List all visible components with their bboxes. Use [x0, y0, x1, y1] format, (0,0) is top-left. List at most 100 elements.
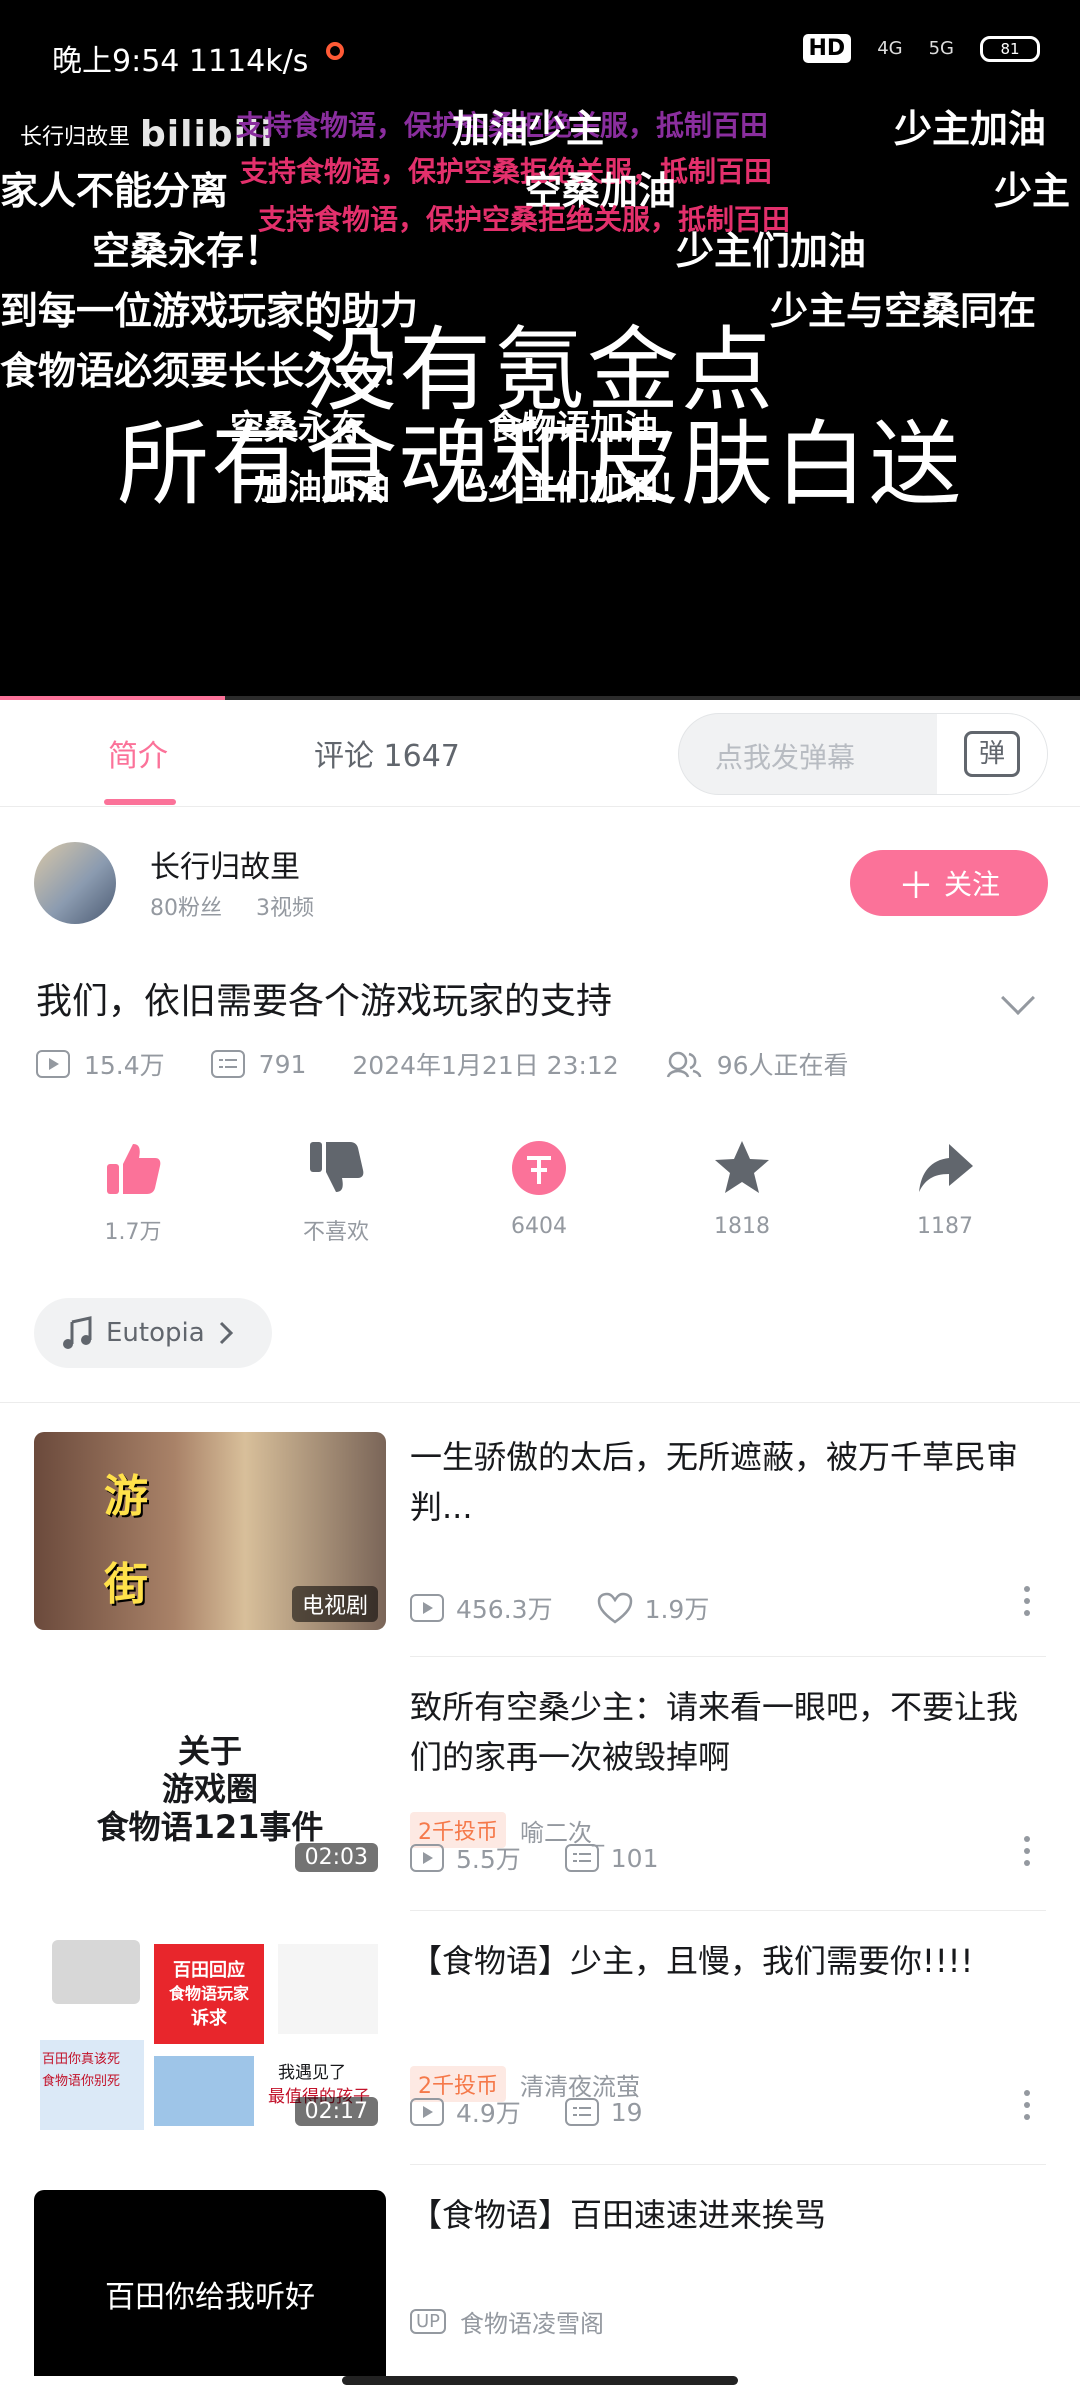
- danmaku-item: 少主加油: [894, 106, 1047, 151]
- related-video-title: 【食物语】百田速速进来挨骂: [410, 2196, 827, 2234]
- more-options-icon[interactable]: [1024, 1586, 1032, 1620]
- danmaku-settings-button[interactable]: 弹: [937, 714, 1047, 794]
- related-video-card[interactable]: 关于 游戏圈 食物语121事件 02:03 致所有空桑少主：请来看一眼吧，不要让…: [34, 1682, 1046, 1880]
- recording-indicator-icon: [326, 42, 344, 60]
- thumbnail-caption: 游戏圈: [161, 1770, 258, 1808]
- tab-intro[interactable]: 简介: [108, 731, 168, 775]
- music-name: Eutopia: [106, 1318, 205, 1348]
- related-video-stats: 4.9万 19: [410, 2094, 643, 2130]
- follow-label: 关注: [944, 868, 1001, 901]
- coin-count: 6404: [511, 1214, 567, 1239]
- expand-chevron-icon[interactable]: [1001, 981, 1035, 1015]
- danmaku-item: 空桑永存: [230, 408, 366, 448]
- dislike-label: 不喜欢: [302, 1220, 369, 1245]
- related-video-card[interactable]: 游 街 电视剧 一生骄傲的太后，无所遮蔽，被万千草民审判... 456.3万 1…: [34, 1432, 1046, 1630]
- battery-icon: 81: [980, 35, 1040, 62]
- star-icon: [715, 1141, 769, 1193]
- signal-4g-icon: 4G: [877, 38, 903, 59]
- like-button[interactable]: 1.7万: [58, 1136, 208, 1246]
- list-separator: [410, 1910, 1046, 1911]
- category-badge: 电视剧: [291, 1586, 378, 1622]
- related-video-stats: 5.5万 101: [410, 1840, 658, 1876]
- thumbnail-caption: 百田回应: [173, 1960, 245, 1981]
- follow-button[interactable]: ＋ 关注: [850, 850, 1048, 916]
- view-count: 5.5万: [456, 1845, 521, 1874]
- related-video-title: 一生骄傲的太后，无所遮蔽，被万千草民审判...: [410, 1438, 1019, 1526]
- related-video-card[interactable]: 百田回应 食物语玩家 诉求 百田你真该死 食物语你别死 我遇见了 最值得的孩子 …: [34, 1936, 1046, 2134]
- duration-badge: 02:17: [294, 2097, 378, 2126]
- video-progress-bar[interactable]: [0, 696, 1080, 700]
- related-video-stats: 456.3万 1.9万: [410, 1590, 709, 1626]
- home-indicator[interactable]: [342, 2376, 738, 2385]
- thumbnail-caption: 诉求: [191, 2008, 227, 2029]
- danmaku-count-icon: [210, 1050, 245, 1078]
- video-thumbnail: 关于 游戏圈 食物语121事件 02:03: [34, 1682, 386, 1880]
- uploader-name[interactable]: 长行归故里: [150, 842, 300, 886]
- danmaku-item: 少主们加油: [676, 228, 867, 273]
- thumbnail-caption: 关于: [177, 1732, 242, 1770]
- thumbnail-caption: 游: [104, 1471, 148, 1522]
- video-player[interactable]: 晚上9:54 1114k/s HD 4G 5G 81 长行归故里 bilibil…: [0, 0, 1080, 700]
- danmaku-icon: 弹: [964, 731, 1020, 777]
- section-divider: [0, 1402, 1080, 1403]
- status-time: 晚上9:54 1114k/s: [52, 44, 309, 79]
- danmaku-count: 101: [610, 1843, 659, 1873]
- thumbnail-caption: 街: [104, 1559, 148, 1610]
- chevron-right-icon: [219, 1321, 233, 1345]
- uploader-avatar[interactable]: [34, 842, 116, 924]
- up-badge-icon: UP: [410, 2309, 447, 2334]
- danmaku-input[interactable]: 点我发弹幕 弹: [678, 713, 1048, 795]
- danmaku-item: 空桑永存！: [92, 228, 283, 273]
- coin-button[interactable]: 6404: [464, 1136, 614, 1239]
- uploader-meta: 80粉丝 3视频: [150, 890, 314, 922]
- view-count: 15.4万: [84, 1051, 165, 1080]
- danmaku-item: 少主们加油！: [488, 468, 692, 508]
- view-count: 4.9万: [456, 2099, 521, 2128]
- thumbnail-caption: 百田你给我听好: [105, 2280, 315, 2315]
- thumbnail-caption: 我遇见了: [278, 2063, 346, 2083]
- play-count-icon: [410, 2098, 444, 2126]
- danmaku-item: 加油加油: [254, 468, 390, 508]
- view-count: 456.3万: [456, 1595, 553, 1624]
- thumbnail-caption: 食物语玩家: [168, 1984, 249, 2003]
- video-stats: 15.4万 791 2024年1月21日 23:12 96人正在看: [36, 1046, 849, 1082]
- coin-icon: [512, 1141, 566, 1195]
- danmaku-item: 支持食物语，保护空桑拒绝关服，抵制百田: [240, 155, 773, 188]
- share-count: 1187: [917, 1214, 973, 1239]
- tab-comments[interactable]: 评论 1647: [314, 731, 460, 775]
- video-thumbnail: 百田回应 食物语玩家 诉求 百田你真该死 食物语你别死 我遇见了 最值得的孩子 …: [34, 1936, 386, 2134]
- share-icon: [919, 1144, 973, 1192]
- active-tab-indicator: [104, 799, 176, 805]
- danmaku-count: 19: [610, 2097, 643, 2127]
- danmaku-item: 加油少主: [452, 106, 605, 151]
- signal-5g-icon: 5G: [928, 38, 954, 59]
- thumbnail-caption: 百田你真该死: [42, 2052, 121, 2067]
- danmaku-item: 食物语加油: [488, 408, 658, 448]
- more-options-icon[interactable]: [1024, 2090, 1032, 2124]
- related-video-author: 食物语凌雪阁: [460, 2310, 605, 2338]
- share-button[interactable]: 1187: [870, 1136, 1020, 1239]
- thumbnail-caption: 食物语121事件: [96, 1808, 324, 1846]
- duration-badge: 02:03: [294, 1843, 378, 1872]
- video-thumbnail: 游 街 电视剧: [34, 1432, 386, 1630]
- dislike-button[interactable]: 不喜欢: [261, 1136, 411, 1246]
- watermark-uploader: 长行归故里: [20, 124, 131, 150]
- uploader-videos: 3视频: [256, 896, 314, 921]
- play-count-icon: [410, 1844, 444, 1872]
- related-video-card[interactable]: 百田你给我听好 【食物语】百田速速进来挨骂 UP 食物语凌雪阁: [34, 2190, 1046, 2376]
- thumbs-up-icon: [107, 1144, 161, 1194]
- danmaku-item: 少主: [994, 168, 1071, 213]
- video-title: 我们，依旧需要各个游戏玩家的支持: [36, 981, 613, 1022]
- favorite-button[interactable]: 1818: [667, 1136, 817, 1239]
- related-video-tagline: UP 食物语凌雪阁: [410, 2304, 604, 2339]
- like-count: 1.7万: [104, 1220, 162, 1245]
- danmaku-count-icon: [564, 1844, 599, 1872]
- play-count-icon: [410, 1594, 444, 1622]
- music-tag[interactable]: Eutopia: [34, 1298, 272, 1368]
- danmaku-count-icon: [564, 2098, 599, 2126]
- status-bar: 晚上9:54 1114k/s HD 4G 5G 81: [0, 30, 1080, 80]
- favorite-count: 1818: [714, 1214, 770, 1239]
- more-options-icon[interactable]: [1024, 1836, 1032, 1870]
- music-note-icon: [63, 1316, 92, 1349]
- thumbnail-caption: 食物语你别死: [42, 2074, 121, 2089]
